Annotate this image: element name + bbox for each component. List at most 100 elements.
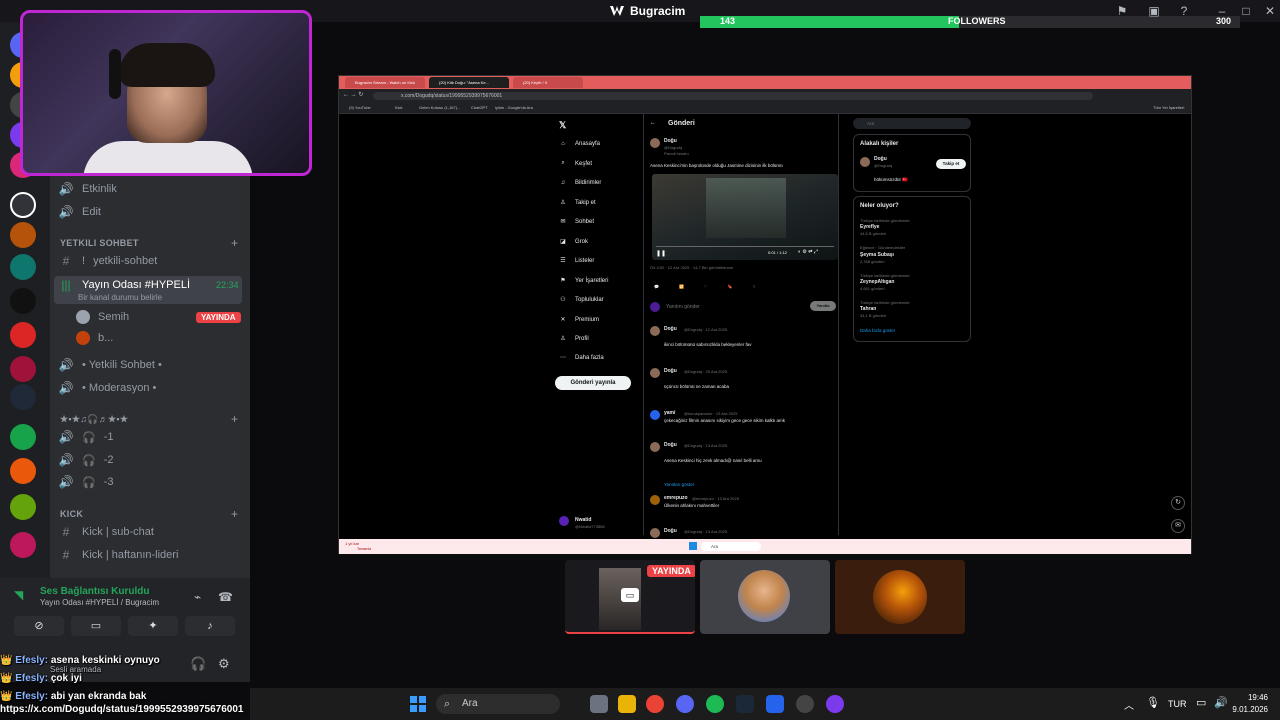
bookmark[interactable]: Gelen Kutusu (1,167)...	[419, 105, 460, 110]
nav-item-notifications[interactable]: ♫ Bildirimler	[559, 180, 602, 186]
channel-etkinlik[interactable]: 🔊 Etkinlik	[58, 179, 117, 199]
nav-item-communities[interactable]: ⚇ Topluluklar	[559, 296, 603, 304]
user-tile[interactable]	[835, 560, 965, 634]
refresh-icon[interactable]: ↻	[1171, 496, 1185, 510]
app-icon[interactable]	[766, 695, 784, 713]
app-icon[interactable]	[826, 695, 844, 713]
avatar[interactable]	[860, 157, 870, 167]
nav-item-chat[interactable]: ✉ Sohbet	[559, 218, 594, 226]
avatar[interactable]	[650, 138, 660, 148]
reply-author[interactable]: Doğu	[664, 326, 677, 332]
server-icon[interactable]	[10, 458, 36, 484]
server-icon[interactable]	[10, 356, 36, 382]
headphone-icon[interactable]: 🎧	[190, 656, 206, 672]
avatar[interactable]	[559, 516, 569, 526]
server-icon[interactable]	[10, 494, 36, 520]
person-name[interactable]: Doğu	[874, 156, 887, 162]
channel-3[interactable]: 🔊 🎧 -3	[58, 472, 114, 492]
bookmark[interactable]: Kick	[395, 105, 403, 110]
x-logo-icon[interactable]: 𝕏	[559, 120, 566, 131]
discord-icon[interactable]	[676, 695, 694, 713]
bookmark[interactable]: ChatGPT	[471, 105, 488, 110]
volume-icon[interactable]: 🔊	[1214, 696, 1228, 709]
nav-item-explore[interactable]: ⌕ Keşfet	[559, 160, 592, 167]
author-name[interactable]: Doğu	[664, 138, 677, 144]
reply-button[interactable]: Yanıtla	[810, 301, 836, 311]
channel-2[interactable]: 🔊 🎧 -2	[58, 450, 114, 470]
server-icon[interactable]	[10, 254, 36, 280]
user-tile[interactable]	[700, 560, 830, 634]
channel-1[interactable]: 🔊 🎧 -1	[58, 427, 114, 447]
mic-icon[interactable]: 🎙	[1146, 696, 1160, 709]
nav-item-bookmarks[interactable]: ⚑ Yer İşaretleri	[559, 277, 608, 285]
search-input[interactable]: Ara	[853, 118, 971, 129]
channel-kick-haftanin[interactable]: # Kick | haftanın-lideri	[58, 545, 179, 565]
avatar[interactable]	[650, 442, 660, 452]
server-icon-active[interactable]	[10, 192, 36, 218]
channel-moderasyon[interactable]: 🔊 • Moderasyon •	[58, 378, 157, 398]
address-input[interactable]: x.com/Dogudq/status/1999552939975676001	[373, 92, 1093, 100]
task-view-icon[interactable]	[590, 695, 608, 713]
reply-author[interactable]: Doğu	[664, 368, 677, 374]
nav-item-follow[interactable]: ♙ Takip et	[559, 199, 595, 207]
maximize-icon[interactable]: □	[1238, 3, 1254, 19]
language-indicator[interactable]: TUR	[1168, 699, 1187, 709]
trend-name[interactable]: Tahran	[860, 306, 876, 312]
voice-status[interactable]: Ses Bağlantısı Kuruldu	[40, 586, 149, 597]
add-channel-icon[interactable]: +	[231, 507, 238, 521]
bookmark[interactable]: iyinin - Google'da Ara	[495, 105, 533, 110]
obs-icon[interactable]	[796, 695, 814, 713]
channel-yayin-row[interactable]: ||| Yayın Odası #HYPELİ 22:34	[58, 275, 238, 295]
add-channel-icon[interactable]: +	[231, 236, 238, 250]
start-icon[interactable]	[410, 696, 426, 712]
avatar[interactable]	[650, 495, 660, 505]
soundboard-button[interactable]: ♪	[185, 616, 235, 636]
stream-tile[interactable]: ▭ YAYINDA	[565, 560, 695, 634]
trend-name[interactable]: Eyreflye	[860, 224, 879, 230]
channel-yetkili-voice[interactable]: 🔊 • Yetkili Sohbet •	[58, 355, 162, 375]
pause-icon[interactable]: ❚❚	[656, 250, 666, 257]
help-icon[interactable]: ?	[1176, 3, 1192, 19]
server-icon[interactable]	[10, 424, 36, 450]
show-more-link[interactable]: Daha fazla göster	[860, 328, 895, 333]
inbox-icon[interactable]: ▣	[1146, 3, 1162, 19]
network-icon[interactable]: ▭	[1196, 696, 1206, 709]
avatar[interactable]	[650, 528, 660, 538]
browser-tab-active[interactable]: (20) Kitk Doğu: "Asena Ke...	[429, 77, 509, 88]
bookmark[interactable]: (9) YouTube	[349, 105, 371, 110]
trend-name[interactable]: Şeyma Subaşı	[860, 252, 894, 258]
file-explorer-icon[interactable]	[618, 695, 636, 713]
reply-input[interactable]: Yanıtını gönder	[666, 304, 700, 310]
system-clock[interactable]: 19:46 9.01.2026	[1232, 692, 1268, 716]
follow-button[interactable]: Takip et	[936, 159, 966, 169]
server-icon[interactable]	[10, 384, 36, 410]
category-kick[interactable]: KICK	[60, 509, 83, 519]
reply-author[interactable]: yami	[664, 410, 675, 416]
voice-member[interactable]: Semih YAYINDA	[76, 307, 241, 327]
post-button[interactable]: Gönderi yayınla	[555, 376, 631, 390]
server-icon[interactable]	[10, 288, 36, 314]
nav-item-more[interactable]: ⋯ Daha fazla	[559, 354, 604, 362]
server-icon[interactable]	[10, 222, 36, 248]
video-controls-icon[interactable]: ◐ ⚙ ⇄ ⤢	[798, 249, 818, 255]
reply-author[interactable]: emrepuzo	[664, 495, 688, 501]
nav-item-profile[interactable]: ♙ Profil	[559, 335, 588, 343]
channel-kick-subchat[interactable]: # Kick | sub-chat	[58, 522, 154, 542]
voice-member[interactable]: b...	[76, 328, 113, 348]
voice-channel-path[interactable]: Yayın Odası #HYPELİ / Bugracim	[40, 598, 159, 607]
channel-yetkili-sohbet[interactable]: # ! yetkili-sohbet	[58, 251, 158, 271]
add-channel-icon[interactable]: +	[231, 412, 238, 426]
server-icon[interactable]	[10, 322, 36, 348]
show-replies-link[interactable]: Yanıtları göster	[664, 482, 694, 487]
camera-off-button[interactable]: ⊘	[14, 616, 64, 636]
tweet-actions[interactable]: 💬🔁♡🔖⇪	[654, 284, 834, 289]
server-icon[interactable]	[10, 532, 36, 558]
settings-icon[interactable]: ⚙	[218, 656, 230, 672]
avatar[interactable]	[650, 326, 660, 336]
category-yetkili[interactable]: YETKILI SOHBET	[60, 238, 139, 248]
back-arrow-icon[interactable]: ←	[650, 120, 656, 126]
messages-icon[interactable]: ✉	[1171, 519, 1185, 533]
bookmark-folder[interactable]: Tüm Yer İşaretleri	[1153, 105, 1184, 110]
tray-chevron-icon[interactable]: ︿	[1124, 697, 1134, 712]
reply-author[interactable]: Doğu	[664, 528, 677, 534]
